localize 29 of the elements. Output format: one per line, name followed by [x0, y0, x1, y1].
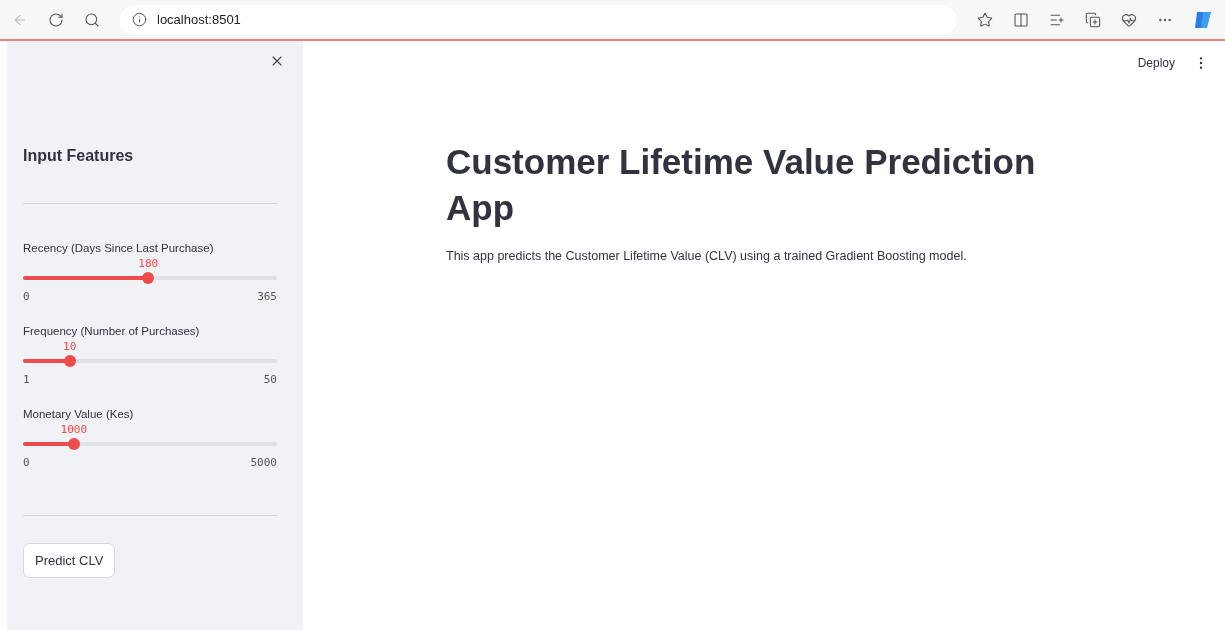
reload-icon[interactable] — [48, 11, 64, 28]
search-icon[interactable] — [84, 11, 100, 28]
app-logo-icon[interactable] — [1193, 9, 1213, 30]
sidebar-title: Input Features — [23, 147, 135, 165]
heart-pulse-icon[interactable] — [1121, 11, 1137, 28]
slider-label: Recency (Days Since Last Purchase) — [23, 242, 215, 254]
deploy-link[interactable]: Deploy — [1137, 56, 1175, 70]
slider-thumb[interactable] — [67, 438, 80, 450]
predict-button[interactable]: Predict CLV — [23, 543, 116, 578]
slider-value: 180 — [138, 257, 159, 270]
description-text: This app predicts the Customer Lifetime Value (CLV) using a trained Gradient Boosting model. — [446, 249, 968, 263]
slider-label: Monetary Value (Kes) — [23, 408, 135, 420]
slider-label: Frequency (Number of Purchases) — [23, 325, 201, 337]
slider-min: 1 — [23, 373, 30, 386]
slider-max: 365 — [257, 290, 277, 303]
page-title: Customer Lifetime Value Prediction App — [446, 141, 1037, 229]
address-bar[interactable]: localhost:8501 — [120, 4, 957, 35]
slider-min: 0 — [23, 290, 30, 303]
url-text: localhost:8501 — [157, 12, 241, 27]
slider-thumb[interactable] — [142, 272, 155, 284]
slider-max: 50 — [263, 373, 277, 386]
info-icon[interactable] — [132, 12, 147, 27]
star-icon[interactable] — [977, 11, 993, 28]
slider-value: 1000 — [60, 423, 88, 436]
slider-max: 5000 — [250, 456, 277, 469]
slider-value: 10 — [63, 340, 77, 353]
split-screen-icon[interactable] — [1013, 11, 1029, 28]
slider-min: 0 — [23, 456, 30, 469]
slider-thumb[interactable] — [63, 355, 76, 367]
